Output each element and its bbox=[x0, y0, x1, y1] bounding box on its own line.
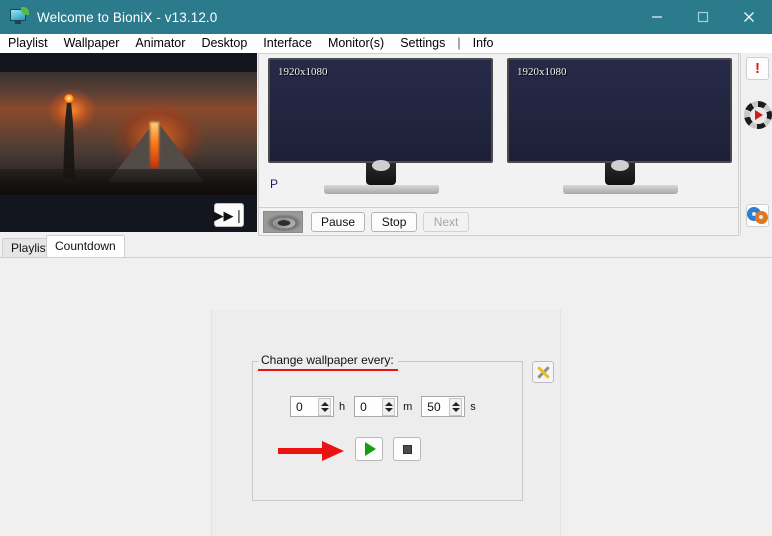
minutes-unit: m bbox=[403, 400, 413, 413]
wallpaper-preview[interactable]: ▶▶❘ bbox=[0, 53, 257, 232]
minimize-icon[interactable] bbox=[634, 0, 680, 34]
window-title: Welcome to BioniX - v13.12.0 bbox=[37, 9, 218, 25]
monitor-neck-2 bbox=[605, 160, 635, 185]
transport-bar: Pause Stop Next bbox=[258, 208, 739, 236]
monitor-resolution-1: 1920x1080 bbox=[278, 66, 328, 78]
monitor-base-2 bbox=[563, 185, 678, 194]
monitors-panel: 1920x1080 1920x1080 P bbox=[258, 53, 739, 208]
minutes-spinner-arrows[interactable] bbox=[382, 398, 396, 416]
monitor-preview-2[interactable]: 1920x1080 bbox=[501, 56, 738, 206]
red-arrow-annotation bbox=[278, 441, 352, 461]
alert-icon[interactable]: ! bbox=[746, 57, 769, 80]
stop-icon bbox=[402, 444, 412, 454]
seconds-value: 50 bbox=[427, 399, 441, 414]
tab-strip: Playlist Countdown bbox=[0, 235, 772, 258]
countdown-controls bbox=[355, 437, 431, 461]
monitor-icon bbox=[10, 7, 29, 25]
menu-item-animator[interactable]: Animator bbox=[127, 34, 193, 53]
next-button[interactable]: Next bbox=[423, 211, 470, 232]
maximize-icon[interactable] bbox=[680, 0, 726, 34]
gears-icon[interactable] bbox=[746, 204, 769, 227]
hours-spinner[interactable]: 0 bbox=[290, 396, 334, 417]
minutes-spinner[interactable]: 0 bbox=[354, 396, 399, 417]
wallpaper-image bbox=[0, 72, 257, 195]
hours-value: 0 bbox=[296, 399, 303, 414]
menu-item-settings[interactable]: Settings bbox=[392, 34, 453, 53]
exclamation-glyph: ! bbox=[755, 60, 760, 77]
playlist-indicator: P bbox=[270, 177, 279, 191]
play-icon bbox=[364, 442, 376, 456]
seconds-spinner[interactable]: 50 bbox=[421, 396, 466, 417]
monitor-preview-1[interactable]: 1920x1080 bbox=[262, 56, 499, 206]
menu-bar: Playlist Wallpaper Animator Desktop Inte… bbox=[0, 34, 772, 53]
menu-item-desktop[interactable]: Desktop bbox=[193, 34, 255, 53]
countdown-legend: Change wallpaper every: bbox=[258, 353, 398, 371]
pause-button[interactable]: Pause bbox=[311, 211, 366, 232]
menu-item-monitors[interactable]: Monitor(s) bbox=[320, 34, 392, 53]
seconds-spinner-arrows[interactable] bbox=[449, 398, 463, 416]
tools-icon[interactable] bbox=[532, 361, 554, 383]
menu-item-interface[interactable]: Interface bbox=[255, 34, 320, 53]
tab-countdown[interactable]: Countdown bbox=[46, 235, 125, 257]
upper-panel: ▶▶❘ 1920x1080 1920x1080 P ! Pause Stop N… bbox=[0, 53, 772, 236]
minutes-value: 0 bbox=[360, 399, 367, 414]
hours-unit: h bbox=[339, 400, 346, 413]
wallpaper-thumbnail[interactable] bbox=[263, 210, 303, 233]
stop-button[interactable]: Stop bbox=[371, 211, 418, 232]
monitor-screen-1: 1920x1080 bbox=[268, 58, 493, 163]
start-countdown-button[interactable] bbox=[355, 437, 383, 461]
menu-separator: | bbox=[457, 36, 461, 50]
menu-item-playlist[interactable]: Playlist bbox=[0, 34, 56, 53]
monitor-neck-1 bbox=[366, 160, 396, 185]
countdown-groupbox bbox=[252, 361, 523, 501]
menu-item-wallpaper[interactable]: Wallpaper bbox=[56, 34, 128, 53]
application-window: Welcome to BioniX - v13.12.0 Playlist Wa… bbox=[0, 0, 772, 536]
right-icon-rail: ! bbox=[740, 53, 772, 236]
interval-fields: 0 h 0 m 50 s bbox=[290, 396, 485, 417]
menu-item-info[interactable]: Info bbox=[465, 34, 502, 53]
monitor-screen-2: 1920x1080 bbox=[507, 58, 732, 163]
skip-next-icon[interactable]: ▶▶❘ bbox=[214, 203, 244, 227]
title-bar: Welcome to BioniX - v13.12.0 bbox=[0, 0, 772, 34]
monitor-base-1 bbox=[324, 185, 439, 194]
window-controls bbox=[634, 0, 772, 34]
hours-spinner-arrows[interactable] bbox=[318, 398, 331, 416]
playback-wheel-icon[interactable] bbox=[744, 101, 772, 129]
close-icon[interactable] bbox=[726, 0, 772, 34]
monitor-resolution-2: 1920x1080 bbox=[517, 66, 567, 78]
seconds-unit: s bbox=[470, 400, 476, 413]
stop-countdown-button[interactable] bbox=[393, 437, 421, 461]
